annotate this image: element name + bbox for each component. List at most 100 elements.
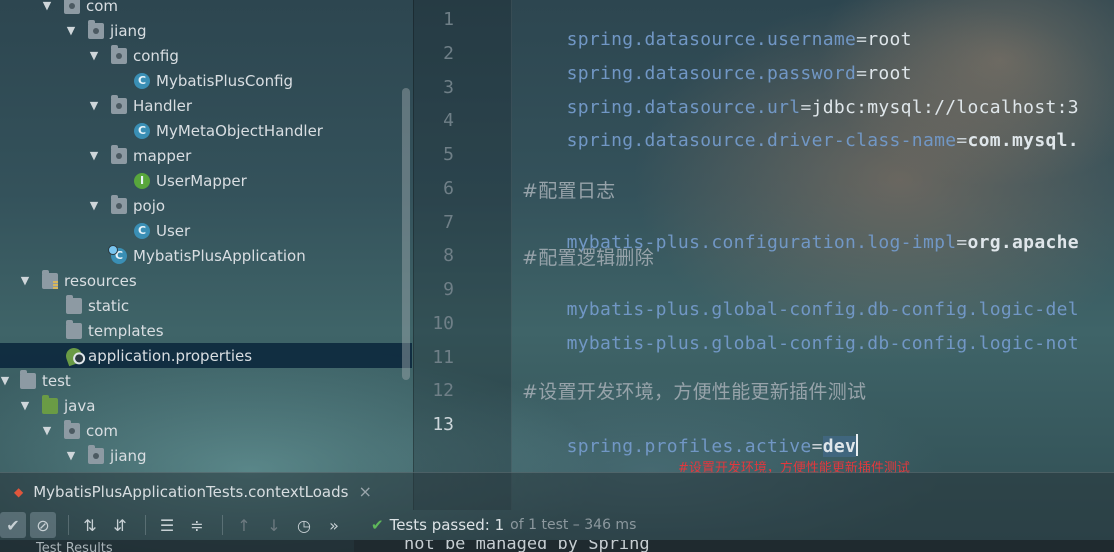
expand-arrow-icon[interactable]: ▼ xyxy=(64,24,78,37)
package-folder-icon xyxy=(111,94,127,114)
line-number: 9 xyxy=(443,279,454,300)
line-number: 4 xyxy=(443,110,454,131)
line-number: 6 xyxy=(443,178,454,199)
class-icon: C xyxy=(134,222,150,239)
tree-item-templates[interactable]: templates xyxy=(0,318,412,343)
test-history-button[interactable]: ◷ xyxy=(291,512,317,538)
line-number: 11 xyxy=(432,347,454,368)
tree-item-pojo[interactable]: ▼ pojo xyxy=(0,193,412,218)
line-number: 8 xyxy=(443,245,454,266)
tree-scrollbar[interactable] xyxy=(402,88,410,380)
expand-arrow-icon[interactable]: ▼ xyxy=(87,149,101,162)
tests-passed-text: Tests passed: 1 xyxy=(389,516,505,534)
comment-line[interactable]: #配置逻辑删除 xyxy=(522,243,654,270)
tree-item-resources[interactable]: ▼ resources xyxy=(0,268,412,293)
expand-arrow-icon[interactable]: ▼ xyxy=(40,0,54,12)
line-number: 2 xyxy=(443,43,454,64)
run-tool-window-header: ◆ MybatisPlusApplicationTests.contextLoa… xyxy=(0,472,1114,510)
tree-item-mybatisplusapplication[interactable]: C MybatisPlusApplication xyxy=(0,243,412,268)
tree-item-mymetaobjecthandler[interactable]: C MyMetaObjectHandler xyxy=(0,118,412,143)
tree-item-label: static xyxy=(88,296,130,315)
tree-item-mybatisplusconfig[interactable]: C MybatisPlusConfig xyxy=(0,68,412,93)
clock-icon: ◷ xyxy=(297,515,311,535)
tree-item-com[interactable]: ▼ com xyxy=(0,0,412,18)
tree-item-jiang[interactable]: ▼ jiang xyxy=(0,443,412,468)
tree-item-jiang[interactable]: ▼ jiang xyxy=(0,18,412,43)
expand-arrow-icon[interactable]: ▼ xyxy=(18,399,32,412)
tree-item-label: config xyxy=(133,46,179,65)
tree-item-java[interactable]: ▼ java xyxy=(0,393,412,418)
more-options-button[interactable]: » xyxy=(321,512,347,538)
tree-item-label: application.properties xyxy=(88,346,253,365)
line-number-gutter: 1 2 3 4 5 6 7 8 9 10 11 12 13 xyxy=(413,0,512,510)
property-value: org.apache xyxy=(967,232,1079,253)
interface-icon: I xyxy=(134,172,150,189)
tree-item-label: pojo xyxy=(133,196,166,215)
tree-item-label: com xyxy=(86,421,119,440)
line-number: 5 xyxy=(443,144,454,165)
ignored-icon: ⊘ xyxy=(36,515,50,535)
sort-duration-icon: ⇵ xyxy=(113,515,127,535)
tree-item-config[interactable]: ▼ config xyxy=(0,43,412,68)
tree-item-test[interactable]: ▼ test xyxy=(0,368,412,393)
tree-item-static[interactable]: static xyxy=(0,293,412,318)
folder-icon xyxy=(20,369,36,389)
tree-item-label: MybatisPlusApplication xyxy=(133,246,306,265)
line-number: 1 xyxy=(443,9,454,30)
comment-line[interactable]: #设置开发环境，方便性能更新插件测试 xyxy=(522,377,866,404)
sort-alphabetically-button[interactable]: ⇅ xyxy=(77,512,103,538)
line-number: 10 xyxy=(432,313,454,334)
collapse-all-icon: ≑ xyxy=(190,515,204,535)
tree-item-handler[interactable]: ▼ Handler xyxy=(0,93,412,118)
expand-arrow-icon[interactable]: ▼ xyxy=(0,374,12,387)
expand-arrow-icon[interactable]: ▼ xyxy=(40,424,54,437)
test-source-folder-icon xyxy=(42,394,58,414)
expand-all-button[interactable]: ☰ xyxy=(154,512,180,538)
run-config-label: MybatisPlusApplicationTests.contextLoads xyxy=(33,482,349,501)
expand-arrow-icon[interactable]: ▼ xyxy=(18,274,32,287)
class-icon: C xyxy=(134,122,150,139)
spring-properties-file-icon xyxy=(63,345,85,366)
tree-item-label: mapper xyxy=(133,146,192,165)
close-icon[interactable]: × xyxy=(358,482,371,501)
more-chevron-icon: » xyxy=(329,515,339,535)
show-ignored-button[interactable]: ⊘ xyxy=(30,512,56,538)
package-folder-icon xyxy=(64,0,80,14)
code-line[interactable]: spring.datasource.driver-class-name=com.… xyxy=(522,109,1079,172)
folder-icon xyxy=(66,319,82,339)
run-config-icon: ◆ xyxy=(14,484,24,499)
tree-item-application-properties[interactable]: application.properties xyxy=(0,343,412,368)
expand-all-icon: ☰ xyxy=(159,515,175,535)
tree-item-mapper[interactable]: ▼ mapper xyxy=(0,143,412,168)
expand-arrow-icon[interactable]: ▼ xyxy=(87,99,101,112)
previous-failed-button[interactable]: ↑ xyxy=(231,512,257,538)
spring-app-class-icon: C xyxy=(108,244,127,264)
tree-item-user[interactable]: C User xyxy=(0,218,412,243)
package-folder-icon xyxy=(88,444,104,464)
expand-arrow-icon[interactable]: ▼ xyxy=(87,49,101,62)
show-passed-button[interactable]: ✔ xyxy=(0,512,26,538)
run-config-tab[interactable]: ◆ MybatisPlusApplicationTests.contextLoa… xyxy=(0,473,380,511)
expand-arrow-icon[interactable]: ▼ xyxy=(87,199,101,212)
comment-line[interactable]: #配置日志 xyxy=(522,176,615,203)
property-value: dev xyxy=(822,436,857,457)
tree-item-com[interactable]: ▼ com xyxy=(0,418,412,443)
tree-item-label: com xyxy=(86,0,119,15)
code-line[interactable]: mybatis-plus.global-config.db-config.log… xyxy=(522,312,1079,375)
line-number-active: 13 xyxy=(432,414,454,435)
equals-sign: = xyxy=(811,436,823,457)
toolbar-separator xyxy=(145,515,146,535)
toolbar-separator xyxy=(222,515,223,535)
next-failed-button[interactable]: ↓ xyxy=(261,512,287,538)
check-icon: ✔ xyxy=(6,515,20,535)
tree-item-usermapper[interactable]: I UserMapper xyxy=(0,168,412,193)
collapse-all-button[interactable]: ≑ xyxy=(184,512,210,538)
line-number: 3 xyxy=(443,77,454,98)
sort-by-duration-button[interactable]: ⇵ xyxy=(107,512,133,538)
tree-item-label: test xyxy=(42,371,71,390)
package-folder-icon xyxy=(111,44,127,64)
tree-item-label: Handler xyxy=(133,96,193,115)
tree-item-label: MybatisPlusConfig xyxy=(156,71,294,90)
expand-arrow-icon[interactable]: ▼ xyxy=(64,449,78,462)
code-editor[interactable]: spring.datasource.username=root spring.d… xyxy=(522,0,1114,510)
